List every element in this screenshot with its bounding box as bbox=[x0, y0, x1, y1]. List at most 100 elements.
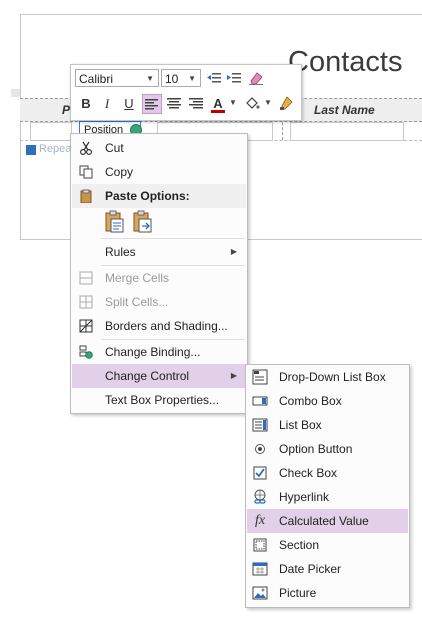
submenu-item-section[interactable]: Section bbox=[247, 533, 408, 557]
paste-text-only-button[interactable] bbox=[131, 210, 155, 234]
form-title: Contacts bbox=[288, 46, 403, 78]
submenu-item-drop-down-list-box[interactable]: Drop-Down List Box bbox=[247, 365, 408, 389]
fx-icon: fx bbox=[254, 513, 266, 528]
split-cells-icon bbox=[79, 295, 93, 309]
menu-item-merge-cells[interactable]: Merge Cells bbox=[72, 266, 246, 290]
submenu-item-date-picker[interactable]: Date Picker bbox=[247, 557, 408, 581]
shading-button[interactable] bbox=[242, 94, 262, 114]
align-left-icon bbox=[145, 99, 158, 110]
date-picker-icon bbox=[252, 561, 268, 577]
chevron-right-icon: ▶ bbox=[230, 371, 237, 380]
menu-item-label: Borders and Shading... bbox=[105, 319, 228, 333]
italic-button[interactable]: I bbox=[97, 94, 117, 114]
font-color-swatch bbox=[211, 110, 225, 113]
list-box-icon bbox=[252, 417, 268, 433]
align-right-icon bbox=[189, 98, 203, 109]
clear-formatting-button[interactable] bbox=[247, 69, 265, 87]
underline-button[interactable]: U bbox=[119, 94, 139, 114]
font-name-value: Calibri bbox=[79, 72, 114, 86]
submenu-item-label: Date Picker bbox=[279, 562, 342, 576]
format-painter-button[interactable] bbox=[276, 94, 296, 114]
repeat-icon bbox=[26, 145, 36, 155]
font-color-button[interactable]: A bbox=[208, 94, 228, 114]
submenu-item-list-box[interactable]: List Box bbox=[247, 413, 408, 437]
chevron-down-icon: ▼ bbox=[146, 74, 154, 83]
section-icon bbox=[252, 537, 268, 553]
submenu-item-label: Check Box bbox=[279, 466, 338, 480]
submenu-item-combo-box[interactable]: Combo Box bbox=[247, 389, 408, 413]
submenu-item-label: List Box bbox=[279, 418, 322, 432]
font-size-dropdown[interactable]: 10 ▼ bbox=[161, 69, 201, 87]
font-color-label: A bbox=[213, 96, 223, 111]
repeat-label: Repea bbox=[39, 143, 72, 155]
text-field[interactable] bbox=[30, 122, 72, 141]
font-name-dropdown[interactable]: Calibri ▼ bbox=[75, 69, 159, 87]
section-handle[interactable] bbox=[11, 89, 20, 97]
paste-options-header: Paste Options: bbox=[72, 184, 246, 208]
menu-item-borders-shading[interactable]: Borders and Shading... bbox=[72, 314, 246, 338]
menu-item-change-binding[interactable]: Change Binding... bbox=[72, 340, 246, 364]
submenu-item-label: Combo Box bbox=[279, 394, 342, 408]
submenu-item-label: Picture bbox=[279, 586, 317, 600]
menu-item-label: Change Binding... bbox=[105, 345, 201, 359]
hyperlink-icon bbox=[252, 489, 268, 505]
submenu-item-check-box[interactable]: Check Box bbox=[247, 461, 408, 485]
submenu-item-picture[interactable]: Picture bbox=[247, 581, 408, 605]
menu-item-label: Copy bbox=[105, 165, 134, 179]
submenu-item-calculated-value[interactable]: fx Calculated Value bbox=[247, 509, 408, 533]
menu-item-change-control[interactable]: Change Control ▶ bbox=[72, 364, 246, 388]
borders-icon bbox=[79, 319, 93, 333]
paste-keep-formatting-button[interactable] bbox=[103, 210, 127, 234]
combo-box-icon bbox=[252, 393, 268, 409]
option-button-icon bbox=[252, 441, 268, 457]
menu-item-label: Change Control bbox=[105, 369, 190, 383]
last-name-field[interactable] bbox=[290, 122, 404, 141]
align-right-button[interactable] bbox=[186, 94, 206, 114]
increase-indent-icon bbox=[227, 73, 241, 83]
binding-icon bbox=[79, 345, 93, 359]
menu-item-cut[interactable]: Cut bbox=[72, 136, 246, 160]
menu-item-copy[interactable]: Copy bbox=[72, 160, 246, 184]
column-header-first: P bbox=[62, 103, 71, 117]
paste-icon bbox=[79, 189, 93, 204]
paste-keep-formatting-icon bbox=[105, 210, 124, 233]
menu-item-label: Rules bbox=[105, 245, 136, 259]
submenu-item-option-button[interactable]: Option Button bbox=[247, 437, 408, 461]
chevron-down-icon[interactable]: ▼ bbox=[229, 98, 237, 107]
eraser-icon bbox=[249, 72, 263, 85]
chevron-right-icon: ▶ bbox=[230, 247, 237, 256]
format-painter-icon bbox=[280, 96, 293, 110]
align-left-button[interactable] bbox=[142, 94, 162, 114]
menu-separator bbox=[101, 238, 245, 239]
decrease-indent-button[interactable] bbox=[205, 69, 223, 87]
menu-item-split-cells[interactable]: Split Cells... bbox=[72, 290, 246, 314]
menu-item-label: Split Cells... bbox=[105, 295, 169, 309]
scissors-icon bbox=[79, 141, 93, 156]
align-center-button[interactable] bbox=[164, 94, 184, 114]
menu-item-label: Paste Options: bbox=[105, 189, 190, 203]
change-control-submenu: Drop-Down List Box Combo Box List Box Op… bbox=[245, 364, 410, 608]
submenu-item-hyperlink[interactable]: Hyperlink bbox=[247, 485, 408, 509]
merge-cells-icon bbox=[79, 271, 93, 285]
context-menu: Cut Copy Paste Options: Rules ▶ Merge Ce… bbox=[70, 133, 248, 414]
bold-button[interactable]: B bbox=[76, 94, 96, 114]
menu-item-label: Text Box Properties... bbox=[105, 393, 220, 407]
submenu-item-label: Hyperlink bbox=[279, 490, 330, 504]
submenu-item-label: Section bbox=[279, 538, 320, 552]
menu-item-rules[interactable]: Rules ▶ bbox=[72, 240, 246, 264]
increase-indent-button[interactable] bbox=[225, 69, 243, 87]
align-center-icon bbox=[167, 98, 181, 109]
picture-icon bbox=[252, 585, 268, 601]
dropdown-list-icon bbox=[252, 369, 268, 385]
paste-merge-icon bbox=[133, 210, 152, 233]
check-box-icon bbox=[252, 465, 268, 481]
menu-item-text-box-properties[interactable]: Text Box Properties... bbox=[72, 388, 246, 412]
menu-item-label: Cut bbox=[105, 141, 124, 155]
copy-icon bbox=[79, 165, 93, 179]
chevron-down-icon[interactable]: ▼ bbox=[264, 98, 272, 107]
decrease-indent-icon bbox=[207, 73, 221, 83]
paint-bucket-icon bbox=[246, 97, 260, 109]
font-size-value: 10 bbox=[165, 72, 179, 86]
column-header-last-name: Last Name bbox=[314, 103, 375, 117]
submenu-item-label: Option Button bbox=[279, 442, 353, 456]
